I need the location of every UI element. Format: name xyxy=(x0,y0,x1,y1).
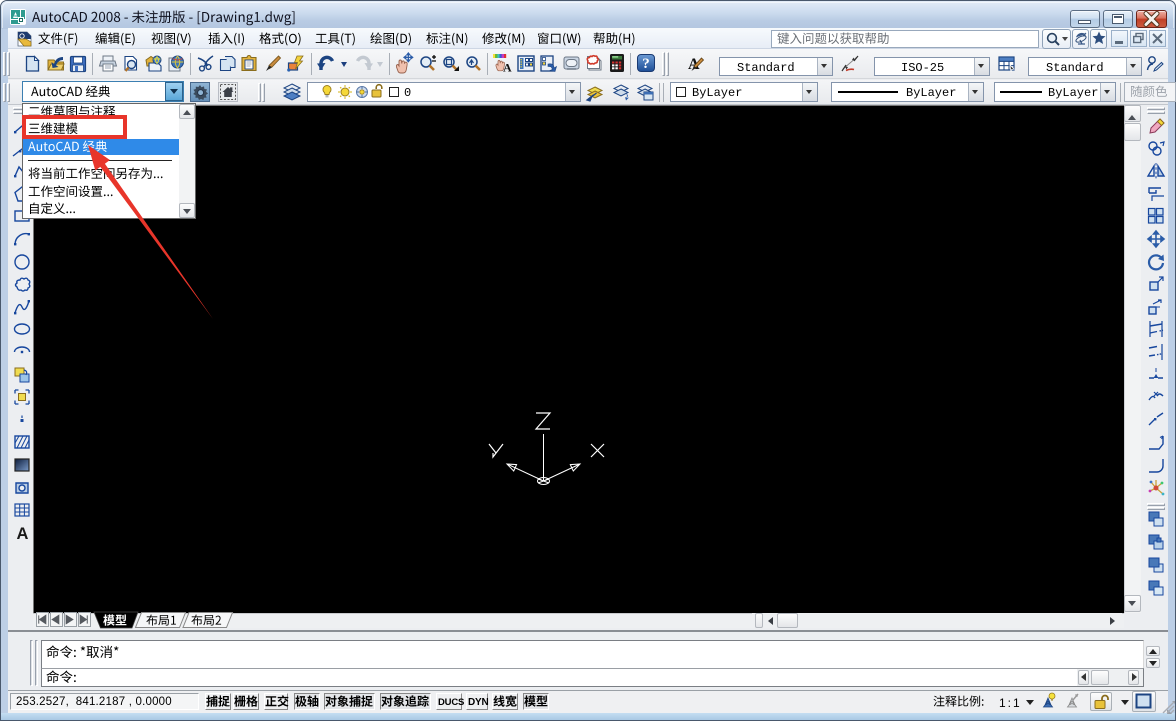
svg-text:?: ? xyxy=(642,56,650,72)
svg-text:A: A xyxy=(503,61,512,75)
svg-text:A: A xyxy=(17,525,29,543)
